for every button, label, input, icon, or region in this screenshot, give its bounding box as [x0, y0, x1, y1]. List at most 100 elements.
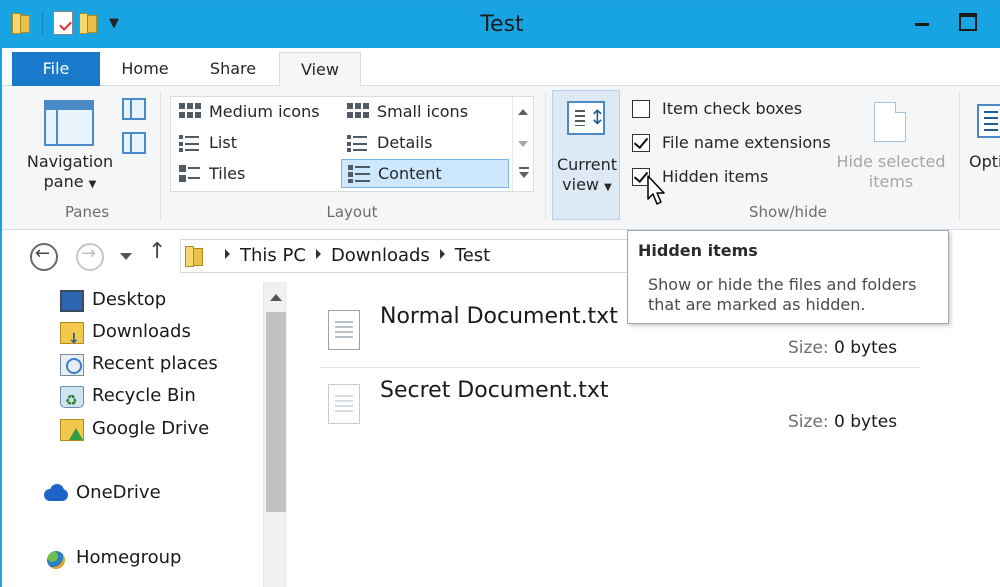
layout-medium-icons[interactable]: Medium icons: [173, 98, 341, 127]
google-drive-icon: [60, 419, 84, 441]
layout-item-label: Tiles: [209, 164, 246, 183]
tab-share[interactable]: Share: [198, 52, 268, 86]
breadcrumb-test[interactable]: Test: [455, 245, 490, 266]
tooltip-title: Hidden items: [638, 241, 758, 260]
current-view-button[interactable]: Current view ▼: [552, 90, 620, 220]
group-label-panes: Panes: [64, 203, 110, 221]
nav-item-label: Downloads: [92, 321, 191, 342]
nav-item-downloads[interactable]: Downloads: [58, 318, 191, 353]
scrollbar-thumb[interactable]: [266, 312, 286, 512]
breadcrumb-separator-icon[interactable]: [439, 249, 445, 259]
small-icons-icon: [347, 103, 369, 121]
up-arrow-icon[interactable]: ↑: [148, 239, 166, 264]
navigation-pane-icon[interactable]: [44, 100, 94, 146]
group-separator: [160, 92, 161, 220]
sort-by-icon: [567, 101, 606, 135]
ribbon: Navigation pane ▼ Panes Medium icons Sma…: [2, 86, 1000, 230]
window-title: Test: [480, 12, 524, 37]
options-icon[interactable]: [977, 104, 1000, 138]
ribbon-tabs: File Home Share View: [2, 48, 1000, 87]
navigation-pane: Desktop Downloads Recent places Recycle …: [2, 282, 292, 587]
tiles-icon: [179, 165, 201, 183]
file-name-extensions-label: File name extensions: [662, 133, 831, 152]
scroll-down-icon[interactable]: [518, 141, 528, 147]
recycle-bin-icon: [60, 386, 84, 415]
scroll-up-icon[interactable]: [270, 294, 282, 301]
tab-file[interactable]: File: [12, 52, 100, 86]
gallery-more-icon[interactable]: [516, 163, 532, 187]
file-name-extensions-option[interactable]: File name extensions: [632, 132, 831, 156]
group-separator: [545, 92, 546, 220]
breadcrumb-this-pc[interactable]: This PC: [240, 245, 306, 266]
nav-item-google-drive[interactable]: Google Drive: [58, 415, 209, 445]
nav-item-label: Google Drive: [92, 418, 210, 439]
item-check-boxes-option[interactable]: Item check boxes: [632, 98, 802, 122]
folder-icon: [185, 244, 205, 268]
minimize-button[interactable]: [907, 10, 937, 32]
nav-item-label: Recycle Bin: [92, 385, 196, 406]
file-size-value: 0 bytes: [834, 412, 898, 432]
preview-pane-icon[interactable]: [122, 98, 146, 120]
group-label-show-hide: Show/hide: [749, 203, 827, 221]
file-name-extensions-checkbox[interactable]: [632, 134, 650, 152]
hide-selected-items-button[interactable]: Hide selected items: [836, 152, 946, 192]
layout-tiles[interactable]: Tiles: [173, 160, 341, 189]
nav-item-recycle-bin[interactable]: Recycle Bin: [58, 382, 196, 415]
file-size: Size: 0 bytes: [788, 412, 897, 432]
text-file-icon: [328, 384, 360, 424]
layout-item-label: Details: [377, 133, 433, 152]
nav-item-desktop[interactable]: Desktop: [58, 286, 166, 316]
group-separator: [959, 92, 960, 220]
forward-button[interactable]: [76, 243, 104, 271]
maximize-button[interactable]: [952, 10, 982, 32]
layout-gallery-scroll: [512, 97, 534, 191]
nav-item-label: Desktop: [92, 289, 167, 310]
layout-small-icons[interactable]: Small icons: [341, 98, 509, 127]
nav-item-label: Recent places: [92, 353, 218, 374]
file-item[interactable]: Secret Document.txt Size: 0 bytes: [320, 370, 920, 442]
navigation-pane-button[interactable]: Navigation pane ▼: [22, 152, 118, 195]
breadcrumb-separator-icon[interactable]: [225, 249, 230, 259]
layout-content[interactable]: Content: [341, 159, 509, 188]
nav-item-recent-places[interactable]: Recent places: [58, 350, 218, 380]
nav-pane-scrollbar[interactable]: [263, 282, 287, 587]
file-size-label: Size:: [788, 338, 829, 358]
back-button[interactable]: [30, 243, 58, 271]
breadcrumb-downloads[interactable]: Downloads: [331, 245, 430, 266]
medium-icons-icon: [179, 103, 201, 121]
nav-item-onedrive[interactable]: OneDrive: [42, 479, 161, 509]
group-label-layout: Layout: [326, 203, 378, 221]
homegroup-icon: [44, 548, 68, 570]
file-size: Size: 0 bytes: [788, 338, 897, 358]
recent-locations-icon[interactable]: [120, 253, 132, 260]
breadcrumb-separator-icon[interactable]: [315, 249, 321, 259]
nav-item-label: OneDrive: [76, 482, 161, 503]
item-check-boxes-checkbox[interactable]: [632, 100, 650, 118]
layout-gallery: Medium icons Small icons List Details Ti…: [170, 96, 534, 192]
tab-view[interactable]: View: [279, 52, 361, 87]
nav-item-homegroup[interactable]: Homegroup: [42, 544, 181, 574]
layout-item-label: Medium icons: [209, 102, 320, 121]
file-size-value: 0 bytes: [834, 338, 898, 358]
explorer-window: ▼ Test File Home Share View Navigation p…: [0, 0, 1000, 587]
tab-home[interactable]: Home: [110, 52, 180, 86]
layout-item-label: Small icons: [377, 102, 469, 121]
options-button[interactable]: Opti: [969, 152, 1000, 172]
details-icon: [347, 134, 369, 152]
content-icon: [348, 165, 370, 183]
layout-list[interactable]: List: [173, 129, 341, 158]
nav-item-label: Homegroup: [76, 547, 182, 568]
file-name: Normal Document.txt: [380, 304, 618, 329]
recent-places-icon: [60, 354, 84, 376]
layout-details[interactable]: Details: [341, 129, 509, 158]
details-pane-icon[interactable]: [122, 132, 146, 154]
layout-item-label: List: [209, 133, 237, 152]
address-bar[interactable]: This PC Downloads Test: [180, 239, 640, 273]
navigation-pane-label: Navigation pane: [26, 152, 114, 191]
hidden-items-tooltip: Hidden items Show or hide the files and …: [627, 230, 949, 324]
hidden-items-label: Hidden items: [662, 167, 769, 186]
scroll-up-icon[interactable]: [518, 109, 528, 115]
text-file-icon: [328, 310, 360, 350]
file-size-label: Size:: [788, 412, 829, 432]
mouse-cursor-icon: [647, 175, 665, 205]
